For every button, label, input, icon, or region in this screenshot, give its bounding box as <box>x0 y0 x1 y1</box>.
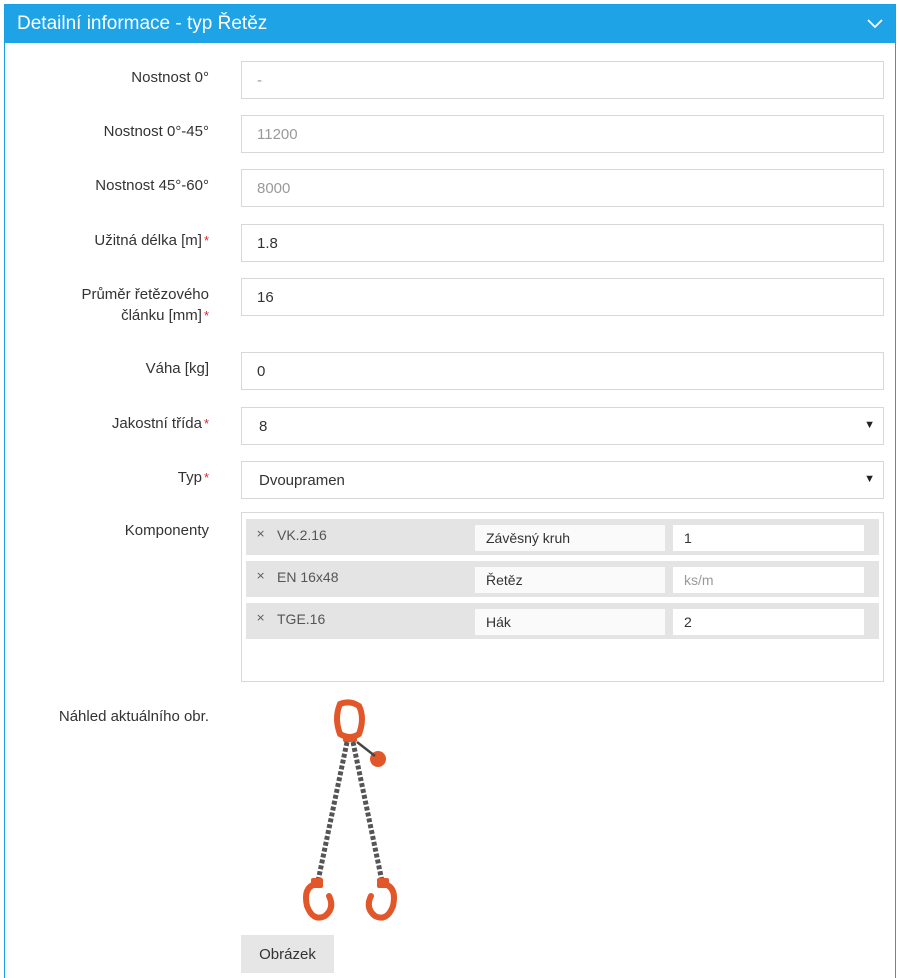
uzitna-delka-input[interactable]: 1.8 <box>241 224 884 262</box>
label-nostnost-45-60: Nostnost 45°-60° <box>95 177 209 194</box>
nostnost-0-45-field[interactable]: 11200 <box>241 115 884 153</box>
label-text: Typ <box>177 469 202 486</box>
component-name: Závěsný kruh <box>475 525 665 551</box>
component-code: TGE.16 <box>277 611 326 627</box>
label-line-2: článku [mm] <box>121 307 202 324</box>
required-marker: * <box>203 308 209 323</box>
label-komponenty: Komponenty <box>124 522 209 539</box>
component-code: EN 16x48 <box>277 569 339 585</box>
component-qty-input[interactable]: 2 <box>673 609 864 635</box>
typ-select[interactable]: Dvoupramen ▼ <box>241 461 884 499</box>
komponenty-list: × VK.2.16 Závěsný kruh 1 × EN 16x48 Řetě… <box>241 512 884 682</box>
chain-sling-preview-image <box>295 698 405 930</box>
label-text: Jakostní třída <box>111 415 202 432</box>
component-qty-input[interactable]: 1 <box>673 525 864 551</box>
component-name: Hák <box>475 609 665 635</box>
close-icon[interactable]: × <box>256 569 265 582</box>
selected-value: 8 <box>259 417 268 435</box>
prumer-input[interactable]: 16 <box>241 278 884 316</box>
list-item: × TGE.16 Hák 2 <box>246 603 879 639</box>
required-marker: * <box>203 416 209 431</box>
label-prumer: Průměr řetězového článku [mm] * <box>5 284 209 326</box>
close-icon[interactable]: × <box>256 611 265 624</box>
label-uzitna-delka: Užitná délka [m] * <box>5 230 209 251</box>
caret-down-icon[interactable]: ▼ <box>864 419 875 431</box>
label-preview: Náhled aktuálního obr. <box>58 708 209 725</box>
nostnost-0-field[interactable]: - <box>241 61 884 99</box>
image-button[interactable]: Obrázek <box>241 935 334 973</box>
component-qty-input[interactable]: ks/m <box>673 567 864 593</box>
label-nostnost-0: Nostnost 0° <box>131 69 209 86</box>
selected-value: Dvoupramen <box>259 471 345 489</box>
label-nostnost-0-45: Nostnost 0°-45° <box>103 123 209 140</box>
nostnost-45-60-field[interactable]: 8000 <box>241 169 884 207</box>
label-typ: Typ * <box>5 467 209 488</box>
chevron-down-icon[interactable] <box>867 16 883 32</box>
panel-header[interactable]: Detailní informace - typ Řetěz <box>5 5 895 43</box>
label-line-1: Průměr řetězového <box>81 286 209 303</box>
list-item: × VK.2.16 Závěsný kruh 1 <box>246 519 879 555</box>
panel-title: Detailní informace - typ Řetěz <box>17 13 268 34</box>
close-icon[interactable]: × <box>256 527 265 540</box>
detail-panel: Detailní informace - typ Řetěz Nostnost … <box>4 4 896 978</box>
label-vaha: Váha [kg] <box>145 360 209 377</box>
list-item: × EN 16x48 Řetěz ks/m <box>246 561 879 597</box>
required-marker: * <box>203 233 209 248</box>
component-code: VK.2.16 <box>277 527 327 543</box>
label-text: Užitná délka [m] <box>94 232 202 249</box>
label-jakostni-trida: Jakostní třída * <box>5 413 209 434</box>
required-marker: * <box>203 470 209 485</box>
vaha-input[interactable]: 0 <box>241 352 884 390</box>
jakostni-trida-select[interactable]: 8 ▼ <box>241 407 884 445</box>
caret-down-icon[interactable]: ▼ <box>864 473 875 485</box>
component-name: Řetěz <box>475 567 665 593</box>
